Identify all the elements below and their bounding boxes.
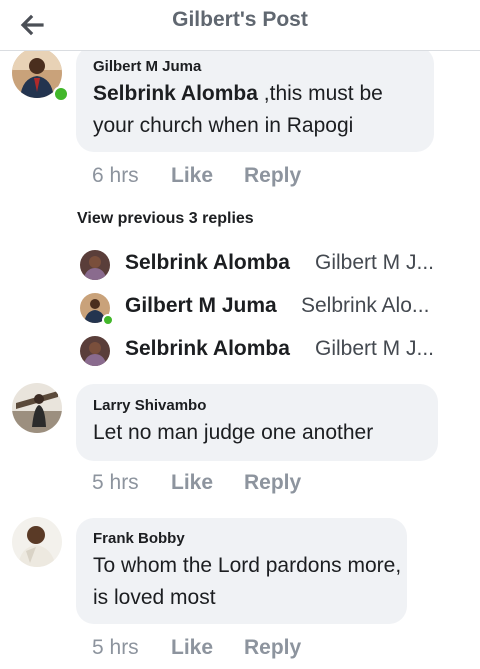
- reply-button[interactable]: Reply: [244, 636, 301, 660]
- comment-author[interactable]: Gilbert M Juma: [93, 58, 201, 75]
- comment-bubble[interactable]: Frank Bobby To whom the Lord pardons mor…: [76, 518, 407, 624]
- avatar[interactable]: [80, 336, 110, 366]
- reply-author[interactable]: Gilbert M Juma: [125, 294, 277, 318]
- reply-button[interactable]: Reply: [244, 471, 301, 495]
- avatar[interactable]: [12, 383, 62, 433]
- reply-preview: Gilbert M J...: [315, 337, 435, 360]
- comment-timestamp: 5 hrs: [92, 636, 139, 659]
- comment-timestamp: 5 hrs: [92, 471, 139, 494]
- comment-text: To whom the Lord pardons more, is loved …: [93, 554, 402, 609]
- reply-item[interactable]: Gilbert M Juma Selbrink Alo...: [80, 293, 460, 326]
- like-button[interactable]: Like: [171, 164, 213, 188]
- reply-author[interactable]: Selbrink Alomba: [125, 251, 290, 275]
- comment-bubble[interactable]: Larry Shivambo Let no man judge one anot…: [76, 384, 438, 461]
- online-status-dot: [53, 86, 69, 102]
- comment-author[interactable]: Larry Shivambo: [93, 397, 206, 414]
- top-bar: Gilbert's Post: [0, 0, 480, 51]
- view-previous-replies-link[interactable]: View previous 3 replies: [77, 210, 254, 228]
- avatar[interactable]: [80, 250, 110, 280]
- comment-timestamp: 6 hrs: [92, 164, 139, 187]
- comment-text: Selbrink Alomba ,this must be your churc…: [93, 78, 428, 142]
- comment-text: Let no man judge one another: [93, 421, 374, 444]
- avatar[interactable]: [12, 517, 62, 567]
- mention-link[interactable]: Selbrink Alomba: [93, 82, 258, 105]
- page-title: Gilbert's Post: [172, 8, 308, 31]
- reply-preview: Gilbert M J...: [315, 251, 435, 274]
- online-status-dot: [102, 314, 114, 326]
- like-button[interactable]: Like: [171, 636, 213, 660]
- reply-author[interactable]: Selbrink Alomba: [125, 337, 290, 361]
- reply-preview: Selbrink Alo...: [301, 294, 430, 317]
- reply-item[interactable]: Selbrink Alomba Gilbert M J...: [80, 336, 460, 368]
- like-button[interactable]: Like: [171, 471, 213, 495]
- reply-button[interactable]: Reply: [244, 164, 301, 188]
- reply-item[interactable]: Selbrink Alomba Gilbert M J...: [80, 250, 460, 282]
- comment-author[interactable]: Frank Bobby: [93, 530, 185, 547]
- comment-bubble[interactable]: Gilbert M Juma Selbrink Alomba ,this mus…: [76, 46, 434, 152]
